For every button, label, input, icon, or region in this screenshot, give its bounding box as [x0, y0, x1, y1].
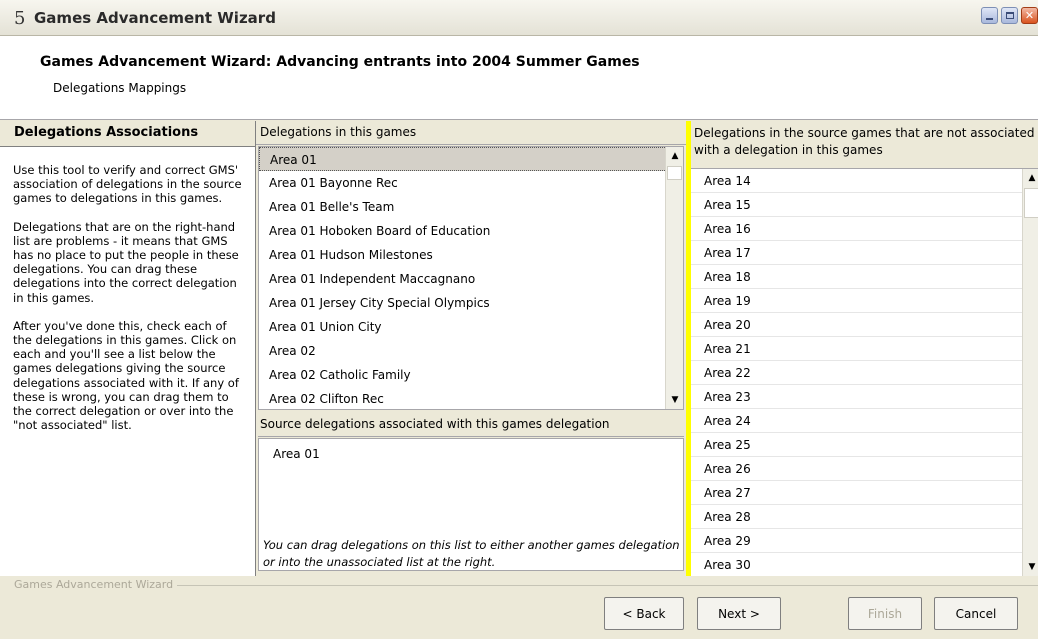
- help-paragraph: Delegations that are on the right-hand l…: [13, 219, 239, 305]
- maximize-icon: [1005, 12, 1014, 19]
- games-delegations-scrollbar[interactable]: ▲ ▼: [665, 147, 683, 409]
- source-delegations-list[interactable]: Area 01 You can drag delegations on this…: [258, 438, 684, 571]
- minimize-button[interactable]: [981, 7, 998, 24]
- list-item[interactable]: Area 01: [259, 147, 683, 171]
- list-item[interactable]: Area 17: [691, 241, 1038, 265]
- footer-group-label: Games Advancement Wizard: [14, 578, 178, 591]
- list-item[interactable]: Area 01 Union City: [259, 315, 683, 339]
- help-title: Delegations Associations: [0, 121, 255, 147]
- drag-hint: You can drag delegations on this list to…: [263, 538, 680, 569]
- list-item[interactable]: Area 20: [691, 313, 1038, 337]
- list-item[interactable]: Area 02 Catholic Family: [259, 363, 683, 387]
- window-controls: ✕: [981, 7, 1038, 24]
- minimize-icon: [986, 17, 993, 20]
- help-body: Use this tool to verify and correct GMS'…: [0, 147, 255, 432]
- list-item[interactable]: Area 26: [691, 457, 1038, 481]
- unassociated-panel: Delegations in the source games that are…: [691, 121, 1038, 576]
- scroll-up-icon[interactable]: ▲: [1023, 169, 1038, 187]
- next-button[interactable]: Next >: [697, 597, 781, 630]
- scroll-thumb[interactable]: [1024, 188, 1038, 218]
- close-icon: ✕: [1024, 9, 1035, 22]
- help-panel: Delegations Associations Use this tool t…: [0, 121, 256, 576]
- list-item[interactable]: Area 23: [691, 385, 1038, 409]
- list-item[interactable]: Area 15: [691, 193, 1038, 217]
- scroll-down-icon[interactable]: ▼: [1023, 558, 1038, 576]
- footer-divider: [120, 585, 1038, 586]
- back-button[interactable]: < Back: [604, 597, 684, 630]
- scroll-thumb[interactable]: [667, 166, 682, 180]
- unassociated-scrollbar[interactable]: ▲ ▼: [1022, 169, 1038, 576]
- source-delegations-header: Source delegations associated with this …: [258, 413, 684, 437]
- list-item[interactable]: Area 22: [691, 361, 1038, 385]
- close-button[interactable]: ✕: [1021, 7, 1038, 24]
- wizard-header: Games Advancement Wizard: Advancing entr…: [0, 36, 1038, 120]
- list-item[interactable]: Area 01 Hoboken Board of Education: [259, 219, 683, 243]
- list-item[interactable]: Area 01: [259, 439, 683, 465]
- cancel-button[interactable]: Cancel: [934, 597, 1018, 630]
- list-item[interactable]: Area 30: [691, 553, 1038, 576]
- list-item[interactable]: Area 29: [691, 529, 1038, 553]
- list-item[interactable]: Area 27: [691, 481, 1038, 505]
- title-bar: 5 Games Advancement Wizard ✕: [0, 0, 1038, 36]
- list-item[interactable]: Area 16: [691, 217, 1038, 241]
- scroll-down-icon[interactable]: ▼: [666, 391, 683, 409]
- window-title: Games Advancement Wizard: [34, 9, 276, 27]
- games-delegations-panel: Delegations in this games Area 01 Area 0…: [256, 121, 686, 576]
- unassociated-header: Delegations in the source games that are…: [691, 121, 1038, 169]
- list-item[interactable]: Area 02 Clifton Rec: [259, 387, 683, 409]
- list-item[interactable]: Area 24: [691, 409, 1038, 433]
- games-delegations-header: Delegations in this games: [256, 121, 686, 145]
- page-title: Games Advancement Wizard: Advancing entr…: [40, 54, 640, 70]
- unassociated-list[interactable]: Area 14 Area 15 Area 16 Area 17 Area 18 …: [691, 169, 1038, 576]
- list-item[interactable]: Area 02: [259, 339, 683, 363]
- list-item[interactable]: Area 01 Belle's Team: [259, 195, 683, 219]
- help-paragraph: Use this tool to verify and correct GMS'…: [13, 163, 242, 206]
- games-delegations-list[interactable]: Area 01 Area 01 Bayonne Rec Area 01 Bell…: [258, 146, 684, 410]
- list-item[interactable]: Area 19: [691, 289, 1038, 313]
- maximize-button[interactable]: [1001, 7, 1018, 24]
- list-item[interactable]: Area 25: [691, 433, 1038, 457]
- list-item[interactable]: Area 01 Jersey City Special Olympics: [259, 291, 683, 315]
- app-icon: 5: [14, 8, 26, 29]
- list-item[interactable]: Area 01 Independent Maccagnano: [259, 267, 683, 291]
- list-item[interactable]: Area 01 Bayonne Rec: [259, 171, 683, 195]
- page-subtitle: Delegations Mappings: [53, 81, 187, 95]
- scroll-up-icon[interactable]: ▲: [666, 147, 683, 165]
- help-paragraph: After you've done this, check each of th…: [13, 318, 239, 433]
- list-item[interactable]: Area 01 Hudson Milestones: [259, 243, 683, 267]
- list-item[interactable]: Area 14: [691, 169, 1038, 193]
- list-item[interactable]: Area 28: [691, 505, 1038, 529]
- finish-button[interactable]: Finish: [848, 597, 922, 630]
- list-item[interactable]: Area 21: [691, 337, 1038, 361]
- list-item[interactable]: Area 18: [691, 265, 1038, 289]
